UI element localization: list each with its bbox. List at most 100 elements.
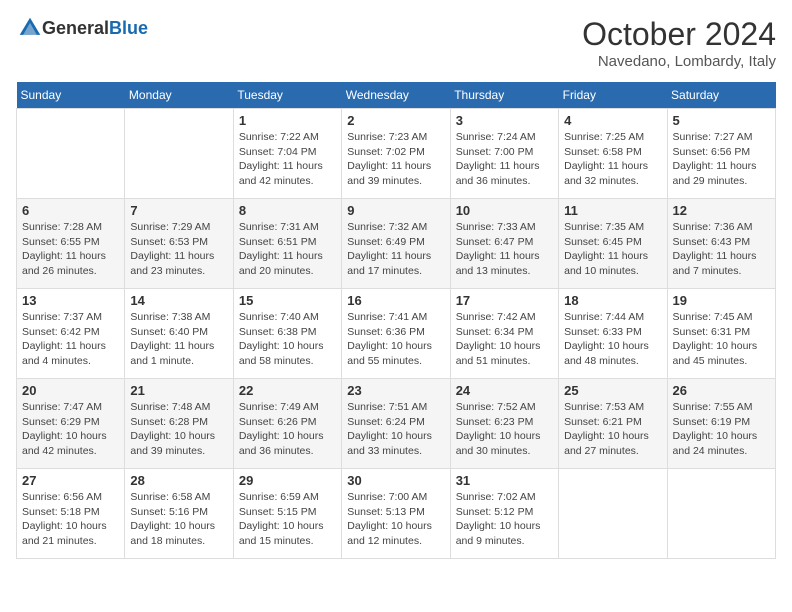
calendar-day-header: Saturday [667,82,775,109]
location-title: Navedano, Lombardy, Italy [582,53,776,70]
calendar-cell: 9Sunrise: 7:32 AM Sunset: 6:49 PM Daylig… [342,199,450,289]
day-number: 21 [130,383,227,398]
calendar-week-row: 20 Sunrise: 7:47 AM Sunset: 6:29 PM Dayli… [17,379,776,469]
day-number: 31 [456,473,553,488]
day-info: Sunrise: 7:47 AM Sunset: 6:29 PM Dayligh… [22,400,119,459]
calendar-cell: 27 Sunrise: 6:56 AM Sunset: 5:18 PM Dayli… [17,469,125,559]
calendar-cell: 4 Sunrise: 7:25 AM Sunset: 6:58 PM Daylig… [559,109,667,199]
calendar-cell: 15Sunrise: 7:40 AM Sunset: 6:38 PM Dayli… [233,289,341,379]
calendar-cell: 1 Sunrise: 7:22 AM Sunset: 7:04 PM Daylig… [233,109,341,199]
calendar-cell: 6Sunrise: 7:28 AM Sunset: 6:55 PM Daylig… [17,199,125,289]
day-info: Sunrise: 7:37 AM Sunset: 6:42 PM Dayligh… [22,310,119,369]
calendar-week-row: 13 Sunrise: 7:37 AM Sunset: 6:42 PM Dayli… [17,289,776,379]
day-number: 29 [239,473,336,488]
day-number: 19 [673,293,770,308]
day-number: 14 [130,293,227,308]
calendar-cell: 5 Sunrise: 7:27 AM Sunset: 6:56 PM Daylig… [667,109,775,199]
calendar-cell: 19 Sunrise: 7:45 AM Sunset: 6:31 PM Dayli… [667,289,775,379]
calendar-day-header: Tuesday [233,82,341,109]
day-number: 24 [456,383,553,398]
calendar-cell: 2 Sunrise: 7:23 AM Sunset: 7:02 PM Daylig… [342,109,450,199]
day-info: Sunrise: 7:23 AM Sunset: 7:02 PM Dayligh… [347,130,444,189]
day-number: 8 [239,203,336,218]
day-info: Sunrise: 7:36 AM Sunset: 6:43 PM Dayligh… [673,220,770,279]
calendar-body: 1 Sunrise: 7:22 AM Sunset: 7:04 PM Daylig… [17,109,776,559]
day-number: 3 [456,113,553,128]
day-number: 16 [347,293,444,308]
calendar-cell: 29 Sunrise: 6:59 AM Sunset: 5:15 PM Dayli… [233,469,341,559]
day-number: 20 [22,383,119,398]
day-info: Sunrise: 6:59 AM Sunset: 5:15 PM Dayligh… [239,490,336,549]
calendar-cell: 17 Sunrise: 7:42 AM Sunset: 6:34 PM Dayli… [450,289,558,379]
day-info: Sunrise: 7:00 AM Sunset: 5:13 PM Dayligh… [347,490,444,549]
logo: GeneralBlue [16,16,148,40]
calendar-cell [125,109,233,199]
day-info: Sunrise: 7:02 AM Sunset: 5:12 PM Dayligh… [456,490,553,549]
day-number: 11 [564,203,661,218]
calendar-cell: 20 Sunrise: 7:47 AM Sunset: 6:29 PM Dayli… [17,379,125,469]
calendar-cell: 11 Sunrise: 7:35 AM Sunset: 6:45 PM Dayli… [559,199,667,289]
calendar-day-header: Sunday [17,82,125,109]
day-info: Sunrise: 7:44 AM Sunset: 6:33 PM Dayligh… [564,310,661,369]
calendar-cell: 24 Sunrise: 7:52 AM Sunset: 6:23 PM Dayli… [450,379,558,469]
calendar-cell: 23Sunrise: 7:51 AM Sunset: 6:24 PM Dayli… [342,379,450,469]
day-info: Sunrise: 7:35 AM Sunset: 6:45 PM Dayligh… [564,220,661,279]
day-info: Sunrise: 7:41 AM Sunset: 6:36 PM Dayligh… [347,310,444,369]
calendar-cell [17,109,125,199]
calendar-cell: 26Sunrise: 7:55 AM Sunset: 6:19 PM Dayli… [667,379,775,469]
day-info: Sunrise: 7:32 AM Sunset: 6:49 PM Dayligh… [347,220,444,279]
logo-blue: Blue [109,18,148,38]
day-info: Sunrise: 7:45 AM Sunset: 6:31 PM Dayligh… [673,310,770,369]
calendar-cell: 18 Sunrise: 7:44 AM Sunset: 6:33 PM Dayli… [559,289,667,379]
day-info: Sunrise: 6:56 AM Sunset: 5:18 PM Dayligh… [22,490,119,549]
calendar-header-row: SundayMondayTuesdayWednesdayThursdayFrid… [17,82,776,109]
title-area: October 2024 Navedano, Lombardy, Italy [582,16,776,70]
calendar-cell: 31 Sunrise: 7:02 AM Sunset: 5:12 PM Dayli… [450,469,558,559]
day-number: 27 [22,473,119,488]
day-number: 25 [564,383,661,398]
calendar-cell: 28Sunrise: 6:58 AM Sunset: 5:16 PM Dayli… [125,469,233,559]
day-number: 28 [130,473,227,488]
day-number: 2 [347,113,444,128]
day-info: Sunrise: 7:49 AM Sunset: 6:26 PM Dayligh… [239,400,336,459]
calendar-week-row: 27 Sunrise: 6:56 AM Sunset: 5:18 PM Dayli… [17,469,776,559]
calendar-cell: 30 Sunrise: 7:00 AM Sunset: 5:13 PM Dayli… [342,469,450,559]
calendar-day-header: Wednesday [342,82,450,109]
calendar-cell: 13 Sunrise: 7:37 AM Sunset: 6:42 PM Dayli… [17,289,125,379]
calendar-cell: 25 Sunrise: 7:53 AM Sunset: 6:21 PM Dayli… [559,379,667,469]
logo-general: General [42,18,109,38]
day-info: Sunrise: 7:33 AM Sunset: 6:47 PM Dayligh… [456,220,553,279]
day-number: 1 [239,113,336,128]
day-number: 5 [673,113,770,128]
day-info: Sunrise: 7:27 AM Sunset: 6:56 PM Dayligh… [673,130,770,189]
calendar-cell: 14 Sunrise: 7:38 AM Sunset: 6:40 PM Dayli… [125,289,233,379]
day-info: Sunrise: 7:53 AM Sunset: 6:21 PM Dayligh… [564,400,661,459]
calendar-cell: 22Sunrise: 7:49 AM Sunset: 6:26 PM Dayli… [233,379,341,469]
calendar-cell [667,469,775,559]
day-number: 18 [564,293,661,308]
day-number: 30 [347,473,444,488]
logo-icon [18,16,42,40]
calendar-week-row: 1 Sunrise: 7:22 AM Sunset: 7:04 PM Daylig… [17,109,776,199]
calendar-cell: 16 Sunrise: 7:41 AM Sunset: 6:36 PM Dayli… [342,289,450,379]
calendar-week-row: 6Sunrise: 7:28 AM Sunset: 6:55 PM Daylig… [17,199,776,289]
day-info: Sunrise: 7:28 AM Sunset: 6:55 PM Dayligh… [22,220,119,279]
day-info: Sunrise: 7:48 AM Sunset: 6:28 PM Dayligh… [130,400,227,459]
day-info: Sunrise: 7:40 AM Sunset: 6:38 PM Dayligh… [239,310,336,369]
day-info: Sunrise: 7:25 AM Sunset: 6:58 PM Dayligh… [564,130,661,189]
day-info: Sunrise: 7:52 AM Sunset: 6:23 PM Dayligh… [456,400,553,459]
day-number: 23 [347,383,444,398]
calendar-cell: 3Sunrise: 7:24 AM Sunset: 7:00 PM Daylig… [450,109,558,199]
day-number: 12 [673,203,770,218]
day-info: Sunrise: 7:22 AM Sunset: 7:04 PM Dayligh… [239,130,336,189]
day-number: 13 [22,293,119,308]
calendar-day-header: Monday [125,82,233,109]
calendar-cell [559,469,667,559]
calendar-table: SundayMondayTuesdayWednesdayThursdayFrid… [16,82,776,559]
page-header: GeneralBlue October 2024 Navedano, Lomba… [16,16,776,70]
day-info: Sunrise: 7:38 AM Sunset: 6:40 PM Dayligh… [130,310,227,369]
day-info: Sunrise: 7:29 AM Sunset: 6:53 PM Dayligh… [130,220,227,279]
day-info: Sunrise: 7:42 AM Sunset: 6:34 PM Dayligh… [456,310,553,369]
day-number: 17 [456,293,553,308]
day-number: 4 [564,113,661,128]
